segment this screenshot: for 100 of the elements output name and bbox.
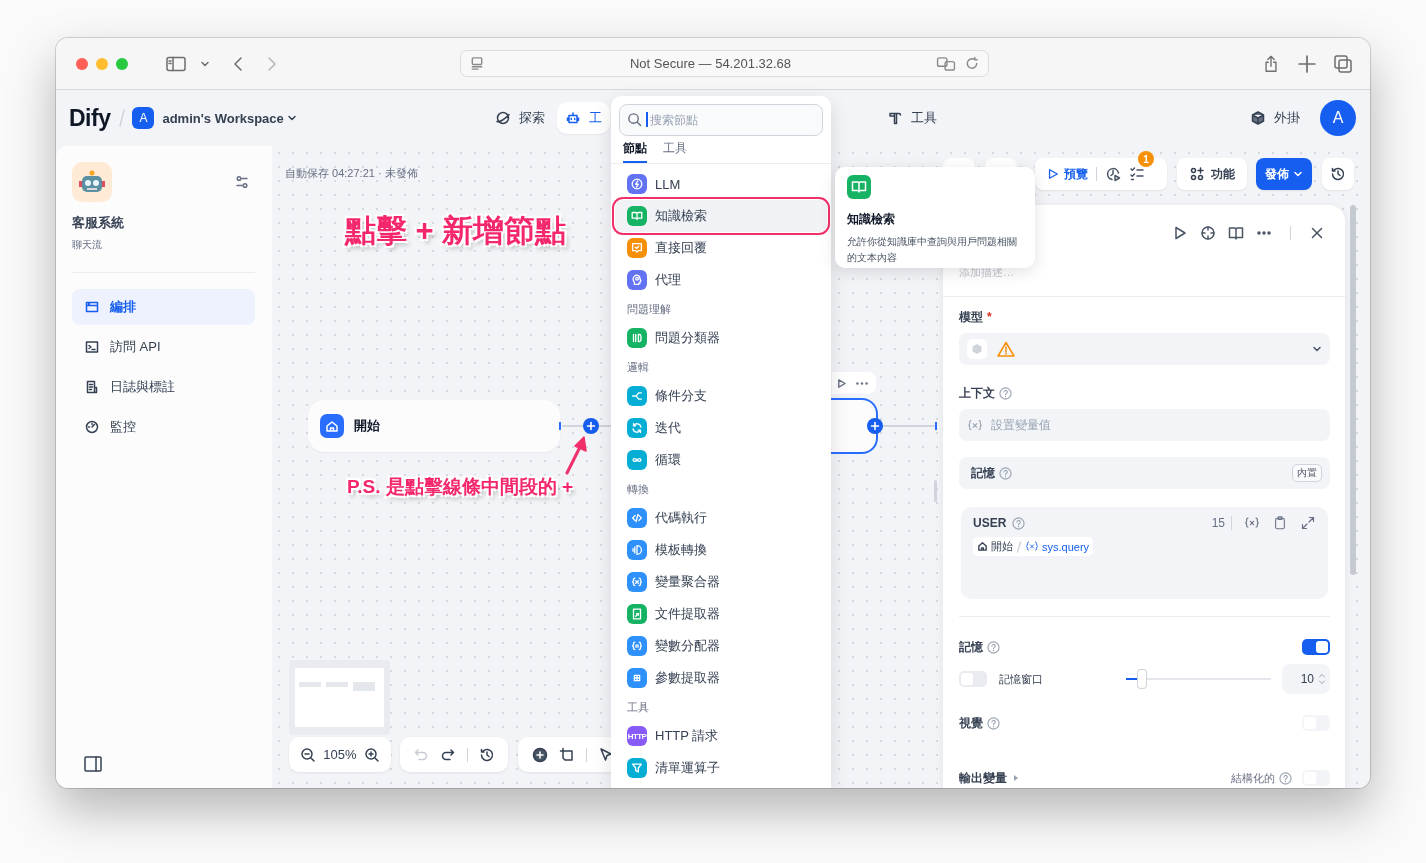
node-type-item[interactable]: 代理 xyxy=(615,264,827,296)
address-bar[interactable]: Not Secure — 54.201.32.68 xyxy=(460,50,989,77)
plugins-button[interactable]: 外掛 xyxy=(1250,109,1300,127)
back-icon[interactable] xyxy=(232,55,244,72)
field-label: 上下文 xyxy=(959,384,995,402)
url-text: Not Secure — 54.201.32.68 xyxy=(628,56,793,71)
node-type-item[interactable]: 清單運算子 xyxy=(615,752,827,784)
node-handle[interactable] xyxy=(559,422,561,430)
window-icon xyxy=(84,299,100,315)
toggle-switch[interactable] xyxy=(1302,639,1330,655)
node-type-item[interactable]: 變數分配器 xyxy=(615,630,827,662)
node-type-item[interactable]: 直接回覆 xyxy=(615,232,827,264)
terminal-icon xyxy=(84,339,100,355)
node-handle[interactable] xyxy=(935,422,937,430)
annotation-arrow xyxy=(564,435,588,475)
sidebar-item[interactable]: 訪問 API xyxy=(72,329,255,365)
logo[interactable]: Dify xyxy=(69,104,111,132)
nav-tab[interactable]: 探索 xyxy=(486,102,553,134)
reload-icon[interactable] xyxy=(964,56,980,71)
node-type-item[interactable]: 條件分支 xyxy=(615,380,827,412)
zoom-out-icon[interactable] xyxy=(300,746,317,763)
search-field[interactable]: 搜索節點 xyxy=(619,104,823,136)
help-icon[interactable] xyxy=(1012,516,1026,530)
tabs-icon[interactable] xyxy=(1334,54,1352,73)
play-icon[interactable] xyxy=(836,377,847,389)
play-icon[interactable] xyxy=(1172,225,1188,241)
zoom-in-icon[interactable] xyxy=(363,746,380,763)
publish-button[interactable]: 發佈 xyxy=(1256,158,1312,190)
help-icon[interactable] xyxy=(1279,771,1292,785)
node-type-item[interactable]: 模板轉換 xyxy=(615,534,827,566)
node-type-item[interactable]: 參數提取器 xyxy=(615,662,827,694)
slider-thumb[interactable] xyxy=(1137,670,1146,688)
section-heading: 轉換 xyxy=(626,482,650,497)
help-icon[interactable] xyxy=(987,716,1000,730)
section-heading: 工具 xyxy=(626,700,650,715)
preview-button[interactable]: 預覽 xyxy=(1047,165,1088,183)
picker-tab[interactable]: 工具 xyxy=(663,136,687,163)
variable-chip[interactable]: 開始 sys.query xyxy=(973,537,1094,556)
node-type-item[interactable]: 循環 xyxy=(615,444,827,476)
http-icon: HTTP xyxy=(627,726,647,746)
crosshair-icon[interactable] xyxy=(1200,225,1216,241)
history-icon xyxy=(1330,166,1346,182)
nav-tab[interactable]: 工具 xyxy=(878,102,945,134)
close-icon[interactable] xyxy=(1309,225,1325,241)
prompt-editor[interactable]: USER 15 開始 sys.query xyxy=(961,507,1328,599)
sidebar-item[interactable]: 監控 xyxy=(72,409,255,445)
node-type-item[interactable]: 代碼執行 xyxy=(615,502,827,534)
section-heading: 問題理解 xyxy=(626,302,672,317)
field-label: 記憶 xyxy=(971,464,995,482)
start-node[interactable]: 開始 xyxy=(308,400,560,452)
zoom-level[interactable]: 105% xyxy=(323,747,357,762)
add-node-button[interactable] xyxy=(867,418,883,434)
plus-icon[interactable] xyxy=(1298,54,1316,73)
caret-icon[interactable] xyxy=(1013,774,1019,782)
checklist-icon[interactable] xyxy=(1129,166,1145,182)
node-type-item[interactable]: 問題分類器 xyxy=(615,322,827,354)
translate-icon[interactable] xyxy=(936,56,956,71)
help-icon[interactable] xyxy=(999,386,1012,400)
chevron-down-icon xyxy=(1293,169,1303,179)
clock-play-icon[interactable] xyxy=(1105,166,1121,182)
document-icon xyxy=(84,379,100,395)
help-icon[interactable] xyxy=(987,640,1000,654)
node-type-item[interactable]: 知識檢索 xyxy=(615,200,827,232)
share-icon[interactable] xyxy=(1262,54,1280,73)
workspace-switcher[interactable]: admin's Workspace xyxy=(162,110,297,126)
redo-icon[interactable] xyxy=(440,746,457,763)
role-label: USER xyxy=(973,516,1007,530)
node-type-item[interactable]: 變量聚合器 xyxy=(615,566,827,598)
planet-icon xyxy=(494,110,511,126)
picker-tab[interactable]: 節點 xyxy=(623,136,647,163)
panel-toggle-icon[interactable] xyxy=(84,756,102,772)
features-button[interactable]: 功能 xyxy=(1177,158,1247,190)
variable-name-text: sys.query xyxy=(1042,540,1090,553)
add-circle-icon[interactable] xyxy=(531,746,548,763)
field-label: 記憶窗口 xyxy=(999,671,1043,687)
scrollbar[interactable] xyxy=(1350,205,1356,575)
resize-handle[interactable] xyxy=(934,480,937,502)
nav-tab[interactable]: 工 xyxy=(556,102,610,134)
chevron-down-icon xyxy=(286,113,297,123)
clipboard-icon[interactable] xyxy=(1272,516,1288,530)
variable-icon[interactable] xyxy=(1244,516,1260,530)
version-history-button[interactable] xyxy=(1322,158,1354,190)
expand-icon[interactable] xyxy=(1300,516,1316,530)
sidebar-icon[interactable] xyxy=(166,55,186,72)
history-icon[interactable] xyxy=(478,746,495,763)
book-icon[interactable] xyxy=(1228,225,1244,241)
node-type-item[interactable]: 文件提取器 xyxy=(615,598,827,630)
sidebar-item[interactable]: 日誌與標註 xyxy=(72,369,255,405)
user-avatar[interactable]: A xyxy=(1320,100,1356,136)
autosave-status: 自動保存 04:27:21 · 未發佈 xyxy=(285,166,418,181)
node-type-item[interactable]: 迭代 xyxy=(615,412,827,444)
annotation-text: P.S. 是點擊線條中間段的 + xyxy=(347,475,574,499)
node-type-item[interactable]: HTTP HTTP 請求 xyxy=(615,720,827,752)
app-type: 聊天流 xyxy=(72,238,103,252)
help-icon[interactable] xyxy=(999,466,1012,480)
number-field[interactable]: 10 xyxy=(1282,664,1330,694)
sidebar-item[interactable]: 編排 xyxy=(72,289,255,325)
add-node-button[interactable] xyxy=(583,418,599,434)
close-button[interactable] xyxy=(76,57,88,70)
settings-icon[interactable] xyxy=(234,174,250,190)
